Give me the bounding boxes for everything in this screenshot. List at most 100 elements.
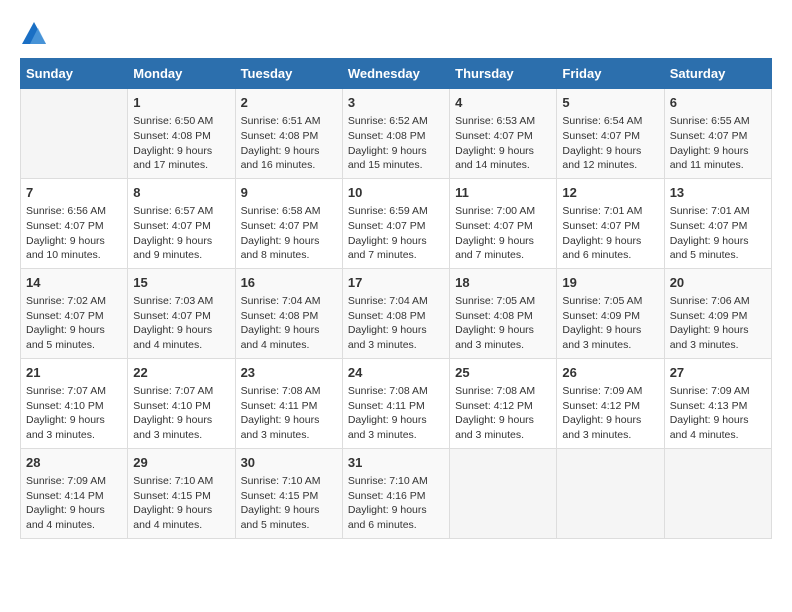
calendar-day-cell: 15 Sunrise: 7:03 AM Sunset: 4:07 PM Dayli… (128, 268, 235, 358)
day-number: 4 (455, 94, 551, 112)
day-number: 1 (133, 94, 229, 112)
day-number: 2 (241, 94, 337, 112)
calendar-week-row: 21Sunrise: 7:07 AM Sunset: 4:10 PM Dayli… (21, 358, 772, 448)
calendar-day-cell: 29Sunrise: 7:10 AM Sunset: 4:15 PM Dayli… (128, 448, 235, 538)
day-info: Sunrise: 7:05 AM Sunset: 4:08 PM Dayligh… (455, 294, 551, 353)
logo (20, 20, 52, 48)
day-number: 12 (562, 184, 658, 202)
day-number: 28 (26, 454, 122, 472)
day-info: Sunrise: 7:02 AM Sunset: 4:07 PM Dayligh… (26, 294, 122, 353)
calendar-day-cell: 9 Sunrise: 6:58 AM Sunset: 4:07 PM Daylig… (235, 178, 342, 268)
day-info: Sunrise: 6:52 AM Sunset: 4:08 PM Dayligh… (348, 114, 444, 173)
day-info: Sunrise: 6:55 AM Sunset: 4:07 PM Dayligh… (670, 114, 766, 173)
calendar-day-cell: 12 Sunrise: 7:01 AM Sunset: 4:07 PM Dayli… (557, 178, 664, 268)
calendar-table: SundayMondayTuesdayWednesdayThursdayFrid… (20, 58, 772, 539)
day-number: 23 (241, 364, 337, 382)
day-info: Sunrise: 6:53 AM Sunset: 4:07 PM Dayligh… (455, 114, 551, 173)
day-info: Sunrise: 7:10 AM Sunset: 4:15 PM Dayligh… (241, 474, 337, 533)
calendar-day-cell: 21Sunrise: 7:07 AM Sunset: 4:10 PM Dayli… (21, 358, 128, 448)
day-info: Sunrise: 7:09 AM Sunset: 4:14 PM Dayligh… (26, 474, 122, 533)
empty-day-cell (21, 89, 128, 179)
day-info: Sunrise: 7:08 AM Sunset: 4:12 PM Dayligh… (455, 384, 551, 443)
page-header (20, 20, 772, 48)
calendar-day-cell: 26 Sunrise: 7:09 AM Sunset: 4:12 PM Dayli… (557, 358, 664, 448)
calendar-day-cell: 5 Sunrise: 6:54 AM Sunset: 4:07 PM Daylig… (557, 89, 664, 179)
calendar-day-cell: 19Sunrise: 7:05 AM Sunset: 4:09 PM Dayli… (557, 268, 664, 358)
calendar-day-cell: 13 Sunrise: 7:01 AM Sunset: 4:07 PM Dayli… (664, 178, 771, 268)
weekday-header-saturday: Saturday (664, 59, 771, 89)
calendar-day-cell: 4 Sunrise: 6:53 AM Sunset: 4:07 PM Daylig… (450, 89, 557, 179)
day-number: 20 (670, 274, 766, 292)
day-info: Sunrise: 7:04 AM Sunset: 4:08 PM Dayligh… (241, 294, 337, 353)
day-number: 24 (348, 364, 444, 382)
calendar-day-cell: 16 Sunrise: 7:04 AM Sunset: 4:08 PM Dayli… (235, 268, 342, 358)
day-number: 16 (241, 274, 337, 292)
day-number: 3 (348, 94, 444, 112)
weekday-row: SundayMondayTuesdayWednesdayThursdayFrid… (21, 59, 772, 89)
day-number: 19 (562, 274, 658, 292)
day-number: 15 (133, 274, 229, 292)
day-info: Sunrise: 6:54 AM Sunset: 4:07 PM Dayligh… (562, 114, 658, 173)
day-info: Sunrise: 7:10 AM Sunset: 4:16 PM Dayligh… (348, 474, 444, 533)
calendar-day-cell: 31 Sunrise: 7:10 AM Sunset: 4:16 PM Dayli… (342, 448, 449, 538)
weekday-header-monday: Monday (128, 59, 235, 89)
day-info: Sunrise: 7:08 AM Sunset: 4:11 PM Dayligh… (348, 384, 444, 443)
day-info: Sunrise: 7:09 AM Sunset: 4:12 PM Dayligh… (562, 384, 658, 443)
weekday-header-friday: Friday (557, 59, 664, 89)
calendar-day-cell: 30 Sunrise: 7:10 AM Sunset: 4:15 PM Dayli… (235, 448, 342, 538)
day-info: Sunrise: 7:09 AM Sunset: 4:13 PM Dayligh… (670, 384, 766, 443)
calendar-day-cell: 18 Sunrise: 7:05 AM Sunset: 4:08 PM Dayli… (450, 268, 557, 358)
calendar-day-cell: 20Sunrise: 7:06 AM Sunset: 4:09 PM Dayli… (664, 268, 771, 358)
day-number: 5 (562, 94, 658, 112)
day-number: 30 (241, 454, 337, 472)
calendar-day-cell: 25 Sunrise: 7:08 AM Sunset: 4:12 PM Dayli… (450, 358, 557, 448)
day-number: 11 (455, 184, 551, 202)
empty-day-cell (450, 448, 557, 538)
calendar-day-cell: 6 Sunrise: 6:55 AM Sunset: 4:07 PM Daylig… (664, 89, 771, 179)
calendar-day-cell: 1 Sunrise: 6:50 AM Sunset: 4:08 PM Daylig… (128, 89, 235, 179)
day-info: Sunrise: 7:01 AM Sunset: 4:07 PM Dayligh… (670, 204, 766, 263)
weekday-header-thursday: Thursday (450, 59, 557, 89)
calendar-body: 1 Sunrise: 6:50 AM Sunset: 4:08 PM Daylig… (21, 89, 772, 539)
calendar-day-cell: 8 Sunrise: 6:57 AM Sunset: 4:07 PM Daylig… (128, 178, 235, 268)
day-info: Sunrise: 6:51 AM Sunset: 4:08 PM Dayligh… (241, 114, 337, 173)
day-number: 7 (26, 184, 122, 202)
weekday-header-tuesday: Tuesday (235, 59, 342, 89)
calendar-week-row: 7 Sunrise: 6:56 AM Sunset: 4:07 PM Daylig… (21, 178, 772, 268)
day-info: Sunrise: 6:59 AM Sunset: 4:07 PM Dayligh… (348, 204, 444, 263)
calendar-day-cell: 28 Sunrise: 7:09 AM Sunset: 4:14 PM Dayli… (21, 448, 128, 538)
calendar-day-cell: 27Sunrise: 7:09 AM Sunset: 4:13 PM Dayli… (664, 358, 771, 448)
day-info: Sunrise: 7:01 AM Sunset: 4:07 PM Dayligh… (562, 204, 658, 263)
calendar-week-row: 1 Sunrise: 6:50 AM Sunset: 4:08 PM Daylig… (21, 89, 772, 179)
calendar-day-cell: 22 Sunrise: 7:07 AM Sunset: 4:10 PM Dayli… (128, 358, 235, 448)
day-info: Sunrise: 7:07 AM Sunset: 4:10 PM Dayligh… (133, 384, 229, 443)
weekday-header-wednesday: Wednesday (342, 59, 449, 89)
calendar-day-cell: 7 Sunrise: 6:56 AM Sunset: 4:07 PM Daylig… (21, 178, 128, 268)
calendar-day-cell: 3 Sunrise: 6:52 AM Sunset: 4:08 PM Daylig… (342, 89, 449, 179)
day-info: Sunrise: 6:56 AM Sunset: 4:07 PM Dayligh… (26, 204, 122, 263)
day-number: 6 (670, 94, 766, 112)
logo-icon (20, 20, 48, 48)
day-info: Sunrise: 6:57 AM Sunset: 4:07 PM Dayligh… (133, 204, 229, 263)
day-number: 10 (348, 184, 444, 202)
day-number: 18 (455, 274, 551, 292)
calendar-day-cell: 11Sunrise: 7:00 AM Sunset: 4:07 PM Dayli… (450, 178, 557, 268)
day-number: 25 (455, 364, 551, 382)
day-info: Sunrise: 7:03 AM Sunset: 4:07 PM Dayligh… (133, 294, 229, 353)
day-number: 26 (562, 364, 658, 382)
day-info: Sunrise: 6:50 AM Sunset: 4:08 PM Dayligh… (133, 114, 229, 173)
empty-day-cell (557, 448, 664, 538)
calendar-day-cell: 10 Sunrise: 6:59 AM Sunset: 4:07 PM Dayli… (342, 178, 449, 268)
day-number: 17 (348, 274, 444, 292)
day-number: 13 (670, 184, 766, 202)
day-number: 22 (133, 364, 229, 382)
calendar-day-cell: 14Sunrise: 7:02 AM Sunset: 4:07 PM Dayli… (21, 268, 128, 358)
calendar-day-cell: 17Sunrise: 7:04 AM Sunset: 4:08 PM Dayli… (342, 268, 449, 358)
calendar-day-cell: 24 Sunrise: 7:08 AM Sunset: 4:11 PM Dayli… (342, 358, 449, 448)
day-number: 9 (241, 184, 337, 202)
day-number: 31 (348, 454, 444, 472)
day-info: Sunrise: 7:07 AM Sunset: 4:10 PM Dayligh… (26, 384, 122, 443)
calendar-week-row: 28 Sunrise: 7:09 AM Sunset: 4:14 PM Dayli… (21, 448, 772, 538)
day-number: 8 (133, 184, 229, 202)
day-info: Sunrise: 6:58 AM Sunset: 4:07 PM Dayligh… (241, 204, 337, 263)
